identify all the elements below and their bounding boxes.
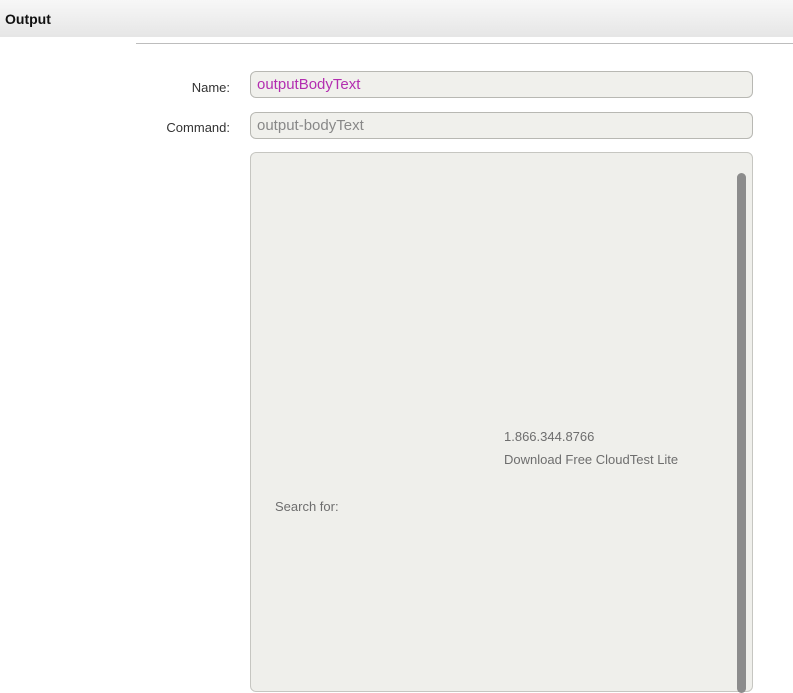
phone-number-text: 1.866.344.8766 [504,429,595,444]
section-divider [136,43,793,44]
command-label: Command: [166,120,230,135]
panel-title: Output [5,11,51,27]
body-scrollbar[interactable] [737,173,746,693]
name-field[interactable]: outputBodyText [250,71,753,98]
search-label-text: Search for: [275,499,339,514]
download-link-text: Download Free CloudTest Lite [504,452,679,467]
panel-header: Output [0,0,793,37]
name-label: Name: [191,80,230,95]
body-text-output[interactable]: 1.866.344.8766 Download Free CloudTest L… [250,152,753,693]
command-field[interactable]: output-bodyText [250,112,753,139]
